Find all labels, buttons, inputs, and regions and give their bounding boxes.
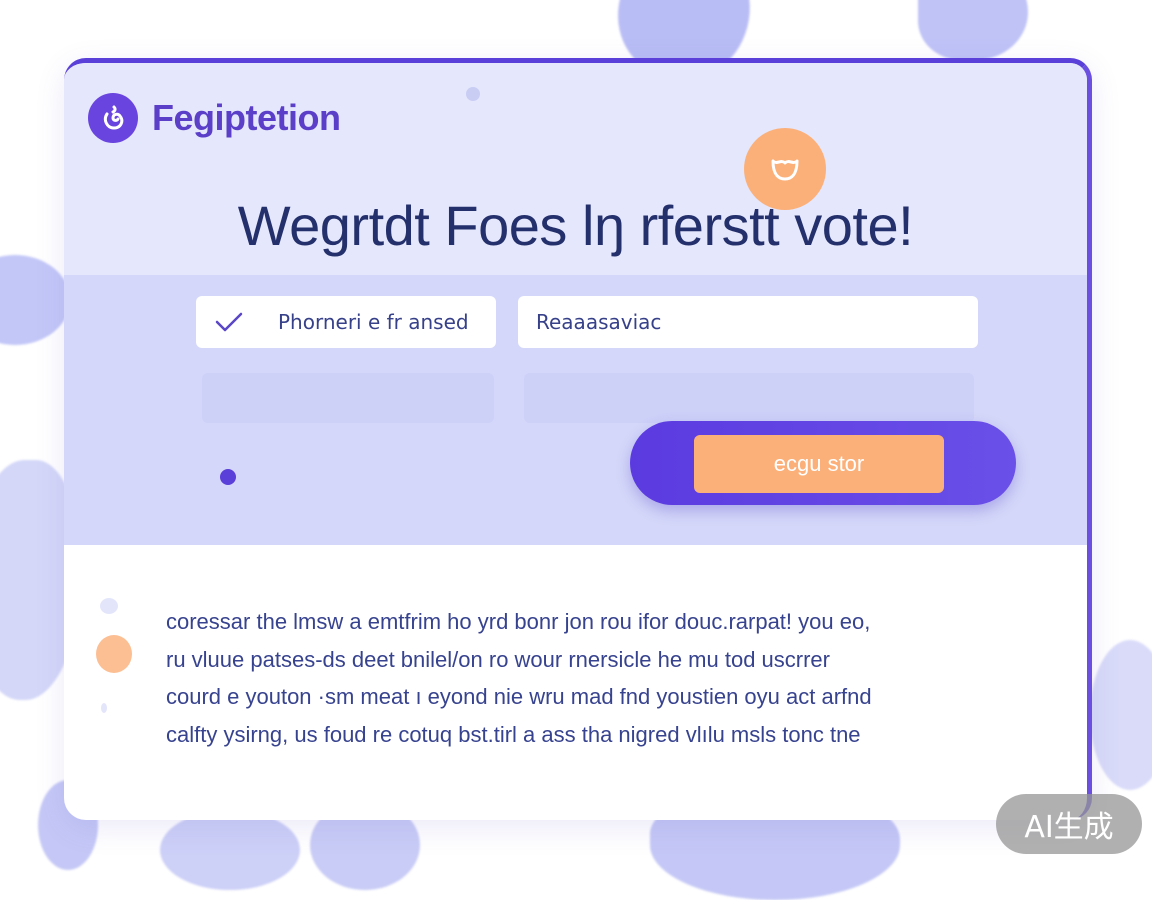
brand-name[interactable]: Fegiptetion <box>152 97 341 139</box>
name-field[interactable]: Reaaasaviac <box>518 296 978 348</box>
decorative-dot <box>466 87 480 101</box>
body-paragraph: coressar the lmsw a emtfrim ho yrd bonr … <box>166 603 1066 753</box>
register-button[interactable]: ecgu stor <box>694 435 944 493</box>
phone-field-value: Phorneri e fr ansed <box>278 310 469 334</box>
body-line: ru vluue patses-ds deet bnilel/on ro wou… <box>166 646 830 672</box>
page-headline: Wegrtdt Foes lŋ rferstt vote! <box>237 194 914 257</box>
swirl-logo-icon[interactable] <box>88 93 138 143</box>
empty-input-field[interactable] <box>524 373 974 423</box>
body-line: coressar the lmsw a emtfrim ho yrd bonr … <box>166 609 871 634</box>
name-field-value: Reaaasaviac <box>536 310 662 334</box>
phone-field[interactable]: Phorneri e fr ansed <box>196 296 496 348</box>
background-blob <box>918 0 1028 60</box>
empty-input-field[interactable] <box>202 373 494 423</box>
decorative-dot <box>220 469 236 485</box>
decorative-dot <box>101 703 107 713</box>
body-line: courd e youton ·sm meat ı eyond nie wru … <box>166 684 872 709</box>
decorative-dot <box>100 598 118 614</box>
background-blob <box>1090 640 1152 790</box>
check-icon <box>214 305 248 339</box>
background-blob <box>160 810 300 890</box>
background-blob <box>0 255 70 345</box>
ai-generated-watermark: AI生成 <box>996 794 1142 854</box>
decorative-dot <box>96 635 132 673</box>
body-line: calfty ysirng, us foud re cotuq bst.tirl… <box>166 721 861 747</box>
registration-card: Fegiptetion Wegrtdt Foes lŋ rferstt vote… <box>64 58 1092 820</box>
